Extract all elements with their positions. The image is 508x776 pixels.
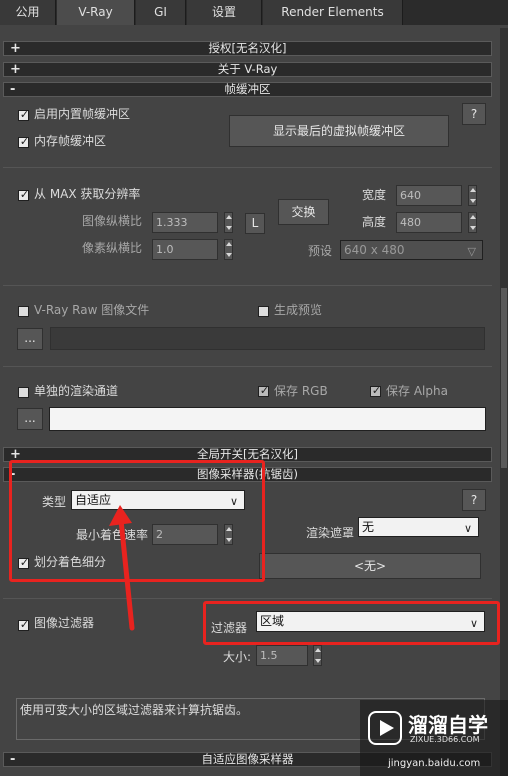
annotation-arrow (109, 505, 135, 631)
watermark: 溜溜自学 ZIXUE.3D66.COM jingyan.baidu.com (360, 700, 508, 776)
watermark-subtitle: ZIXUE.3D66.COM (410, 735, 480, 744)
watermark-site: jingyan.baidu.com (388, 758, 481, 769)
play-logo-icon (368, 711, 402, 745)
watermark-title: 溜溜自学 (408, 713, 488, 737)
